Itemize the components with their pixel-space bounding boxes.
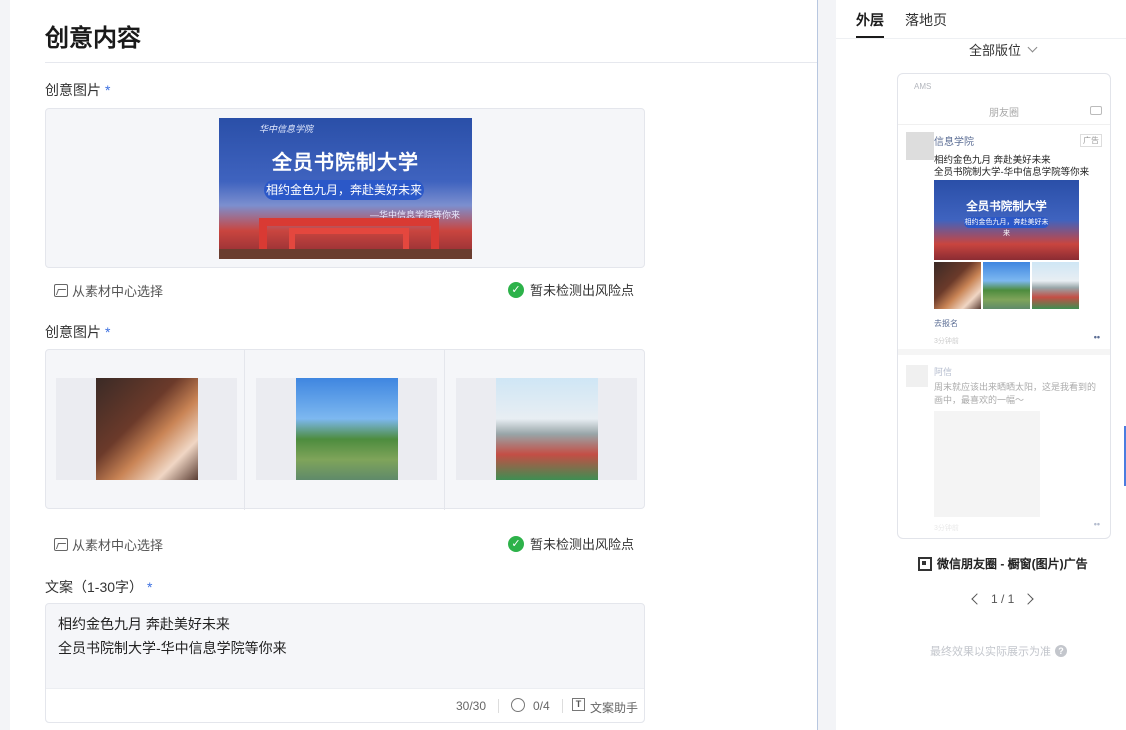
ad-type-text: 微信朋友圈 - 橱窗(图片)广告: [937, 557, 1088, 571]
friend-text: 周末就应该出来晒晒太阳，这是我看到的画中，最喜欢的一幅～: [934, 382, 1097, 405]
divider: [498, 699, 499, 713]
banner-ground: [219, 249, 472, 259]
placement-dropdown[interactable]: 全部版位: [969, 40, 1038, 59]
section-title: 创意内容: [45, 25, 141, 52]
required-mark: *: [105, 82, 111, 98]
select-library-button-1[interactable]: 从素材中心选择: [54, 281, 163, 300]
pager-text: 1 / 1: [991, 592, 1015, 606]
account-name: 信息学院: [934, 137, 974, 148]
image-library-icon: [54, 538, 68, 551]
image-label-text: 创意图片: [45, 324, 101, 340]
campus-aerial-photo[interactable]: [296, 378, 398, 480]
more-icon: ••: [1093, 332, 1100, 342]
image-tile[interactable]: [446, 350, 645, 510]
friend-name: 阿信: [934, 367, 953, 377]
banner-image[interactable]: 华中信息学院 全员书院制大学 相约金色九月，奔赴美好未来 —华中信息学院等你来: [219, 118, 472, 259]
account-avatar: [906, 132, 934, 160]
more-icon: ••: [1093, 519, 1100, 529]
banner-logo-text: 华中信息学院: [259, 125, 314, 135]
required-mark: *: [105, 324, 111, 340]
ad-type-label: 微信朋友圈 - 橱窗(图片)广告: [918, 555, 1088, 572]
friend-avatar: [906, 365, 928, 387]
camera-icon: [1090, 106, 1102, 115]
preview-thumb-1: [934, 262, 981, 309]
ad-tag: 广告: [1080, 134, 1102, 147]
copy-label-text: 文案（1-30字）: [45, 579, 144, 595]
preview-note: 最终效果以实际展示为准 ?: [930, 643, 1067, 659]
emoji-count: 0/4: [533, 699, 550, 713]
preview-thumb-3: [1032, 262, 1079, 309]
image-tile[interactable]: [46, 350, 245, 510]
check-circle-icon: ✓: [508, 535, 524, 552]
preview-banner: 全员书院制大学 相约金色九月，奔赴美好未来: [934, 180, 1079, 260]
check-circle-icon: ✓: [508, 281, 524, 298]
preview-banner-title: 全员书院制大学: [966, 201, 1047, 213]
copy-line-1: 相约金色九月 奔赴美好未来: [58, 616, 230, 632]
select-library-button-2[interactable]: 从素材中心选择: [54, 535, 163, 554]
multi-image-panel: [45, 349, 645, 510]
char-count: 30/30: [456, 699, 487, 713]
preview-panel: 外层 落地页 全部版位 AMS 朋友圈 信息学院 广告 相约金色九月 奔赴美好未…: [836, 0, 1126, 730]
nav-divider: [898, 124, 1110, 125]
image-field-label: 创意图片 *: [45, 80, 110, 100]
risk-status-2: ✓ 暂未检测出风险点: [508, 534, 634, 553]
image-tile[interactable]: [246, 350, 445, 510]
divider: [562, 699, 563, 713]
risk-status-label: 暂未检测出风险点: [530, 537, 635, 552]
image-library-icon: [54, 284, 68, 297]
select-library-label: 从素材中心选择: [72, 284, 164, 299]
copy-textarea[interactable]: 相约金色九月 奔赴美好未来 全员书院制大学-华中信息学院等你来 30/30 0/…: [45, 603, 645, 723]
chevron-down-icon: [1027, 42, 1038, 53]
campus-students-photo[interactable]: [96, 378, 198, 480]
campus-building-photo[interactable]: [496, 378, 598, 480]
copy-toolbar: 30/30 0/4 T 文案助手: [46, 688, 644, 722]
placement-label: 全部版位: [969, 43, 1022, 58]
friend-photo: [934, 411, 1040, 517]
required-mark: *: [147, 579, 153, 595]
chevron-left-icon[interactable]: [971, 593, 983, 605]
emoji-icon[interactable]: [511, 698, 525, 712]
banner-pill: 相约金色九月，奔赴美好未来: [264, 180, 424, 200]
qr-code-icon[interactable]: [918, 556, 932, 571]
preview-pager: 1 / 1: [971, 592, 1035, 606]
copy-field-label: 文案（1-30字） *: [45, 577, 152, 597]
banner-title: 全员书院制大学: [272, 152, 419, 174]
risk-status-1: ✓ 暂未检测出风险点: [508, 280, 634, 299]
ad-text-line-2: 全员书院制大学-华中信息学院等你来: [934, 167, 1090, 178]
preview-note-text: 最终效果以实际展示为准: [930, 646, 1051, 658]
moments-preview-phone: AMS 朋友圈 信息学院 广告 相约金色九月 奔赴美好未来 全员书院制大学-华中…: [897, 73, 1111, 539]
copy-assistant-button[interactable]: 文案助手: [590, 699, 638, 716]
status-bar-text: AMS: [914, 82, 932, 91]
title-divider: [45, 62, 817, 63]
friend-time: 3分钟前: [934, 525, 959, 532]
select-library-label: 从素材中心选择: [72, 538, 164, 553]
image-label-text: 创意图片: [45, 82, 101, 98]
preview-banner-pill: 相约金色九月，奔赴美好未来: [964, 217, 1049, 237]
tab-outer-layer[interactable]: 外层: [856, 10, 884, 30]
preview-link: 去报名: [934, 319, 958, 328]
preview-time: 3分钟前: [934, 338, 959, 345]
moments-nav-title: 朋友圈: [989, 108, 1019, 119]
tab-divider: [836, 38, 1126, 39]
creative-content-panel: 创意内容 创意图片 * 华中信息学院 全员书院制大学 相约金色九月，奔赴美好未来 …: [10, 0, 818, 730]
chevron-right-icon[interactable]: [1022, 593, 1035, 605]
image-field-label-2: 创意图片 *: [45, 322, 110, 342]
friend-post: 阿信 周末就应该出来晒晒太阳，这是我看到的画中，最喜欢的一幅～ 3分钟前 ••: [898, 355, 1110, 538]
banner-image-panel[interactable]: 华中信息学院 全员书院制大学 相约金色九月，奔赴美好未来 —华中信息学院等你来: [45, 108, 645, 268]
help-icon[interactable]: ?: [1055, 645, 1067, 657]
risk-status-label: 暂未检测出风险点: [530, 283, 635, 298]
tab-landing-page[interactable]: 落地页: [905, 10, 947, 30]
preview-thumb-2: [983, 262, 1030, 309]
copy-line-2: 全员书院制大学-华中信息学院等你来: [58, 640, 287, 656]
text-assistant-icon[interactable]: T: [572, 698, 585, 711]
